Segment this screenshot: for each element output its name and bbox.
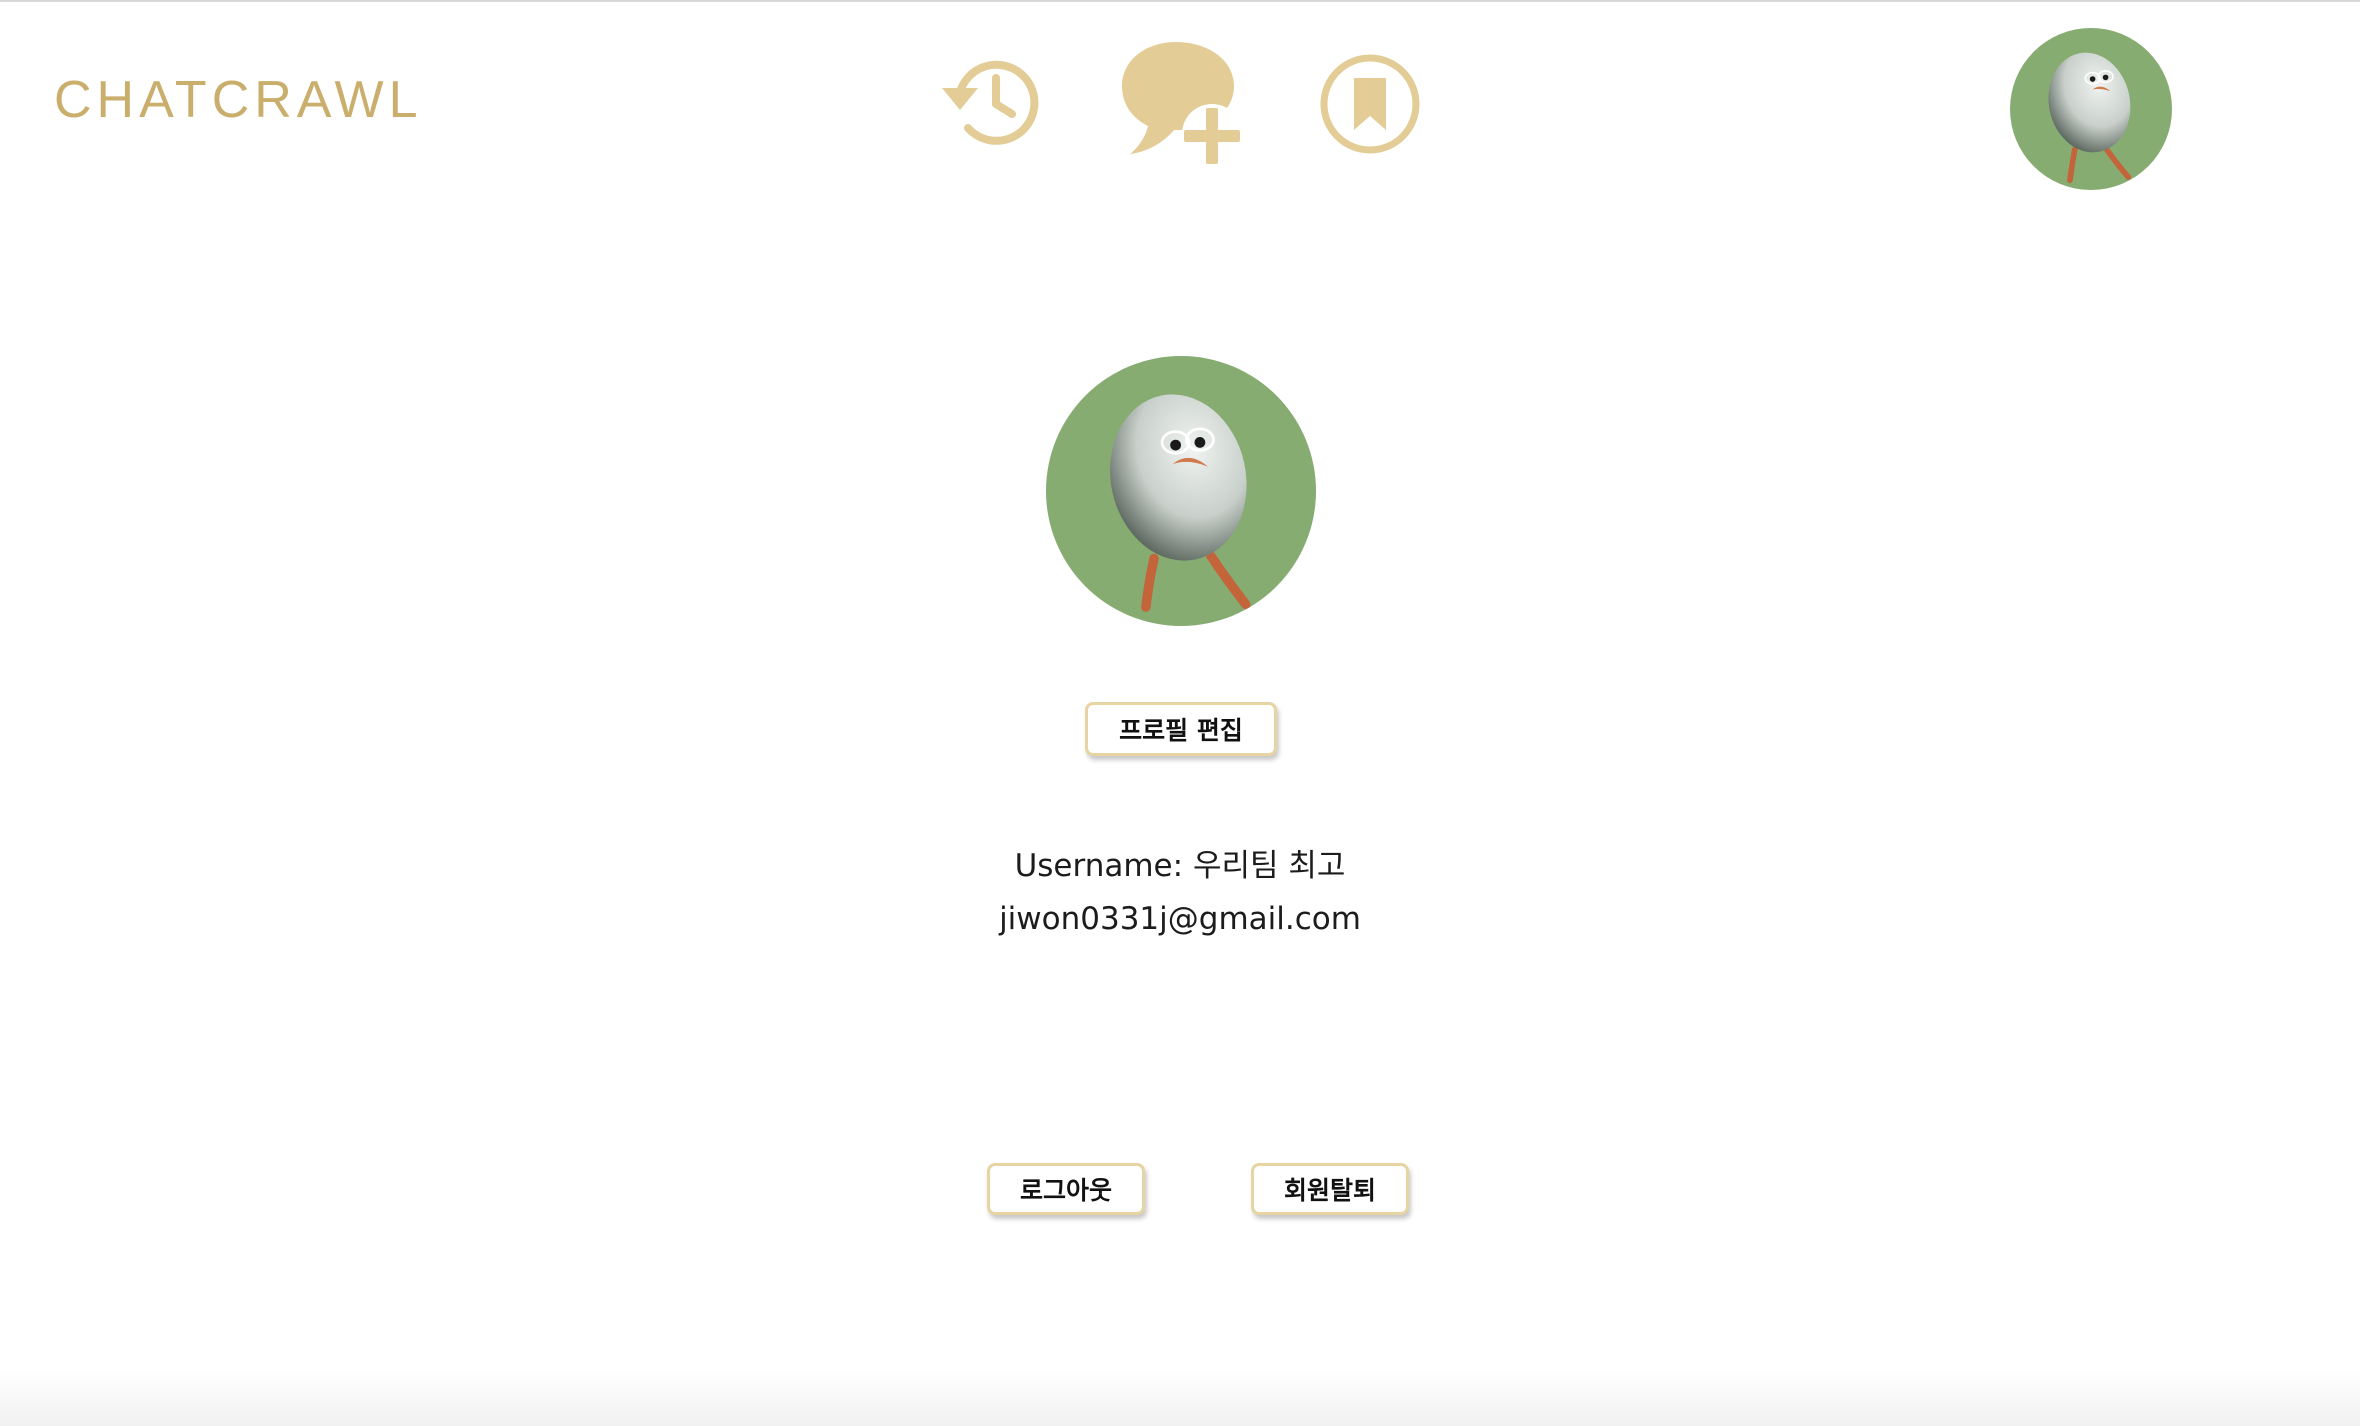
username-label: Username: — [1014, 848, 1184, 884]
logout-button[interactable]: 로그아웃 — [987, 1163, 1145, 1215]
username-value: 우리팀 최고 — [1192, 848, 1346, 884]
profile-page: CHATCRAWL 프로필 편집 Username: 우리팀 최고 jiwon0… — [0, 0, 2360, 1426]
profile-avatar — [1046, 356, 1316, 626]
app-logo[interactable]: CHATCRAWL — [54, 74, 423, 126]
withdraw-button[interactable]: 회원탈퇴 — [1251, 1163, 1409, 1215]
email-text: jiwon0331j@gmail.com — [999, 901, 1361, 937]
new-chat-icon[interactable] — [1116, 38, 1246, 168]
header-avatar[interactable] — [2010, 28, 2172, 190]
history-icon[interactable] — [938, 54, 1044, 150]
bottom-fade — [0, 1370, 2360, 1426]
edit-profile-button[interactable]: 프로필 편집 — [1085, 702, 1277, 756]
username-row: Username: 우리팀 최고 — [0, 840, 2360, 885]
bookmark-icon[interactable] — [1318, 52, 1422, 156]
